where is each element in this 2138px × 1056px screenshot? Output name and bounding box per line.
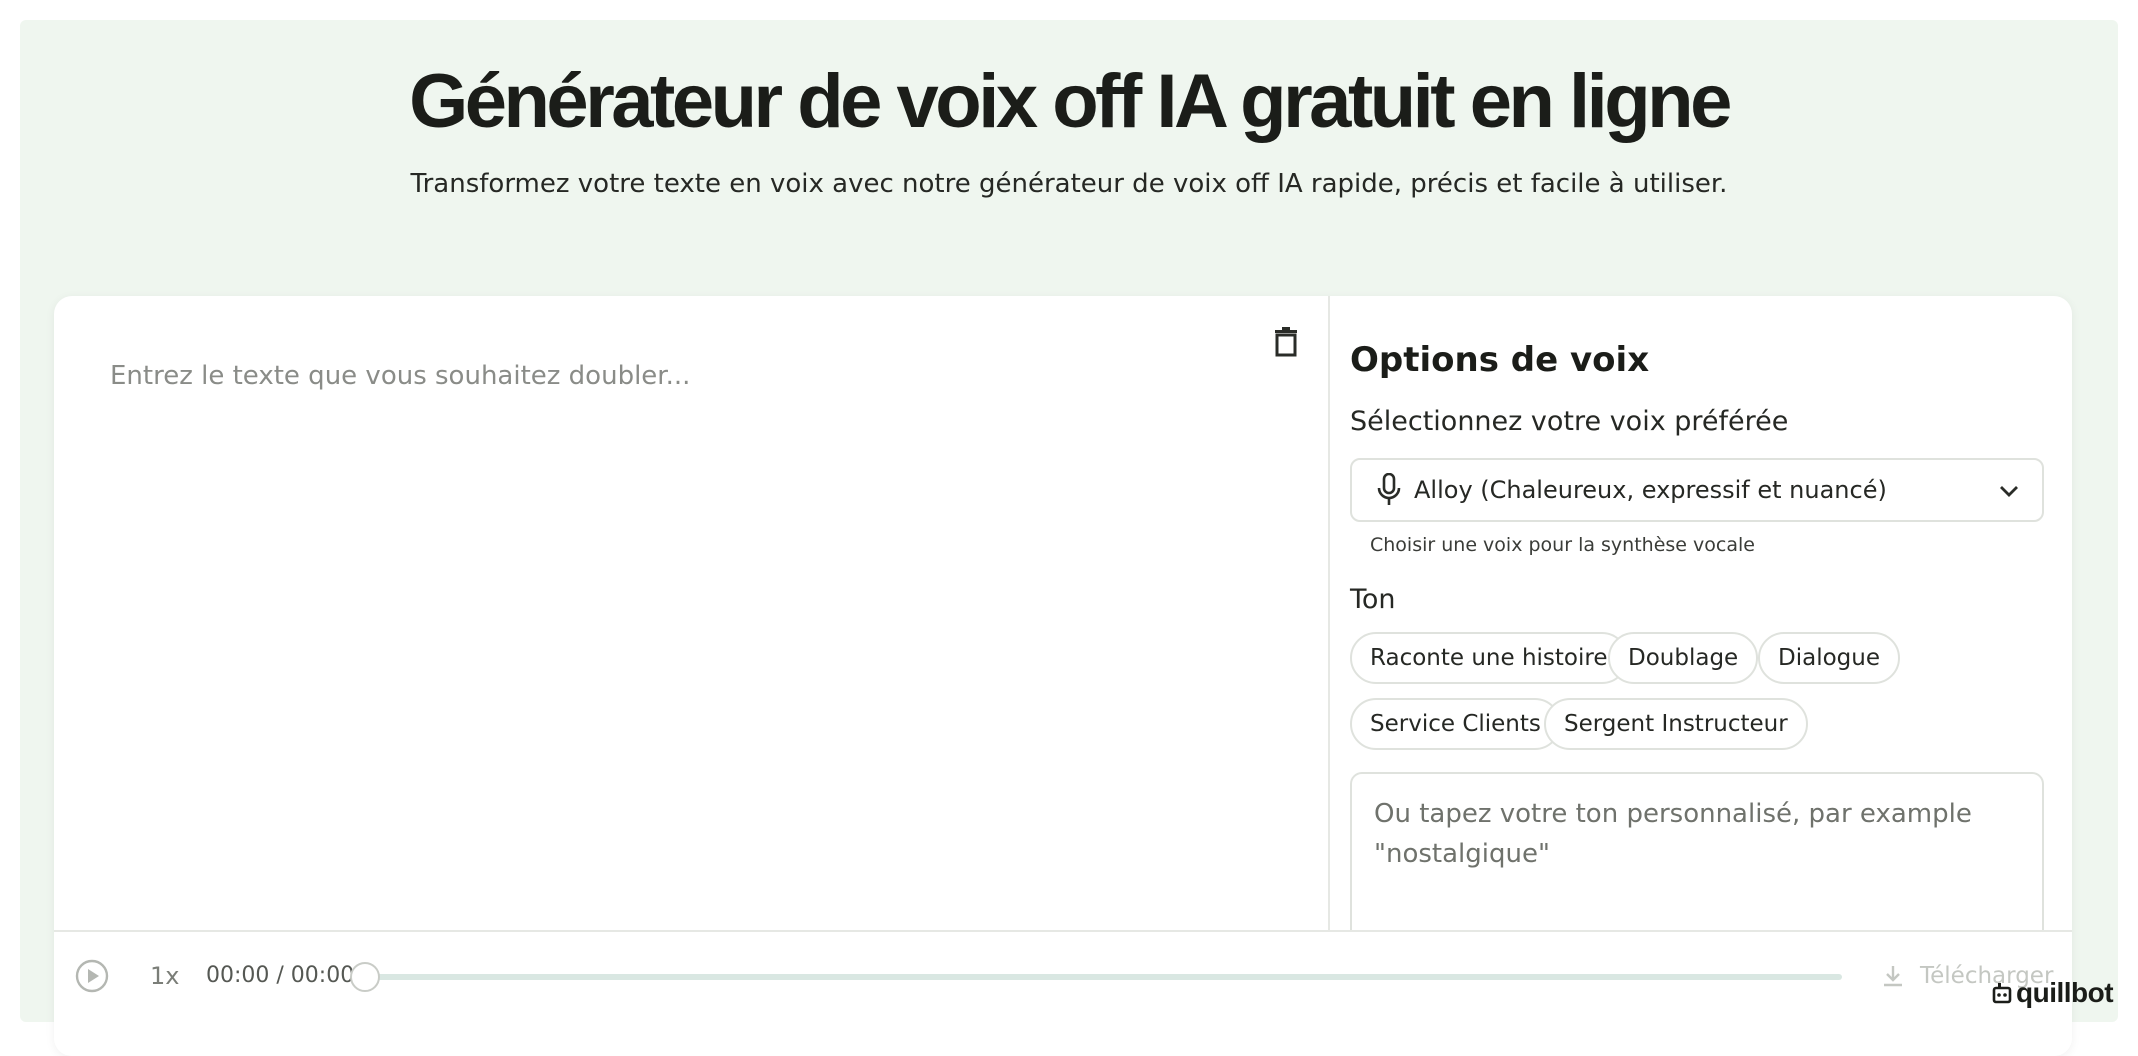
voice-select[interactable]: Alloy (Chaleureux, expressif et nuancé) xyxy=(1350,458,2044,522)
microphone-icon xyxy=(1374,472,1404,508)
time-display: 00:00 / 00:00 xyxy=(206,963,355,988)
tone-chip-dialogue[interactable]: Dialogue xyxy=(1758,632,1900,684)
custom-tone-input[interactable] xyxy=(1374,794,2014,924)
clear-text-button[interactable] xyxy=(1262,318,1310,366)
text-input[interactable] xyxy=(110,356,1210,856)
chevron-down-icon xyxy=(2000,486,2018,497)
selected-voice: Alloy (Chaleureux, expressif et nuancé) xyxy=(1414,476,1887,504)
voiceover-card: Options de voix Sélectionnez votre voix … xyxy=(54,296,2072,1056)
tone-chip-sergent-instructeur[interactable]: Sergent Instructeur xyxy=(1544,698,1808,750)
brand-name: quillbot xyxy=(2016,977,2114,1008)
playback-speed-button[interactable]: 1x xyxy=(150,956,179,996)
trash-icon xyxy=(1275,327,1297,357)
text-editor-panel xyxy=(54,296,1330,930)
progress-track[interactable] xyxy=(352,974,1842,980)
voice-select-label: Sélectionnez votre voix préférée xyxy=(1350,406,1789,437)
tone-chip-raconte-une-histoire[interactable]: Raconte une histoire xyxy=(1350,632,1628,684)
tone-chip-service-clients[interactable]: Service Clients xyxy=(1350,698,1561,750)
tone-label: Ton xyxy=(1350,584,1396,615)
brand-logo: quillbot xyxy=(1992,974,2114,1012)
page-subtitle: Transformez votre texte en voix avec not… xyxy=(410,169,1728,199)
custom-tone-box xyxy=(1350,772,2044,952)
progress-handle[interactable] xyxy=(350,962,380,992)
tone-chip-doublage[interactable]: Doublage xyxy=(1608,632,1759,684)
play-icon[interactable] xyxy=(74,958,110,994)
voice-helper-text: Choisir une voix pour la synthèse vocale xyxy=(1370,534,1755,556)
voice-options-panel: Options de voix Sélectionnez votre voix … xyxy=(1350,296,2050,952)
page-title: Générateur de voix off IA gratuit en lig… xyxy=(409,59,1732,144)
download-icon xyxy=(1884,966,1902,987)
audio-player: 1x 00:00 / 00:00 Télécharger xyxy=(54,930,2072,1056)
quillbot-logo-icon xyxy=(1992,983,2012,1004)
voice-options-title: Options de voix xyxy=(1350,340,1650,380)
